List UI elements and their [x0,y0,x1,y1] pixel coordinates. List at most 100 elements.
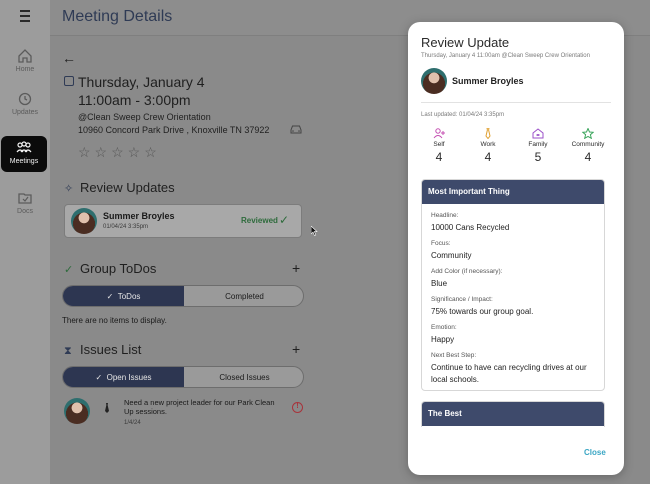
tab-todos-label: ToDos [117,292,141,301]
review-card-name: Summer Broyles [103,211,175,221]
field-value: 75% towards our group goal. [431,307,534,316]
side-rail: Home Updates Meetings Docs [0,0,50,484]
field-label: Add Color (if necessary): [431,268,503,275]
person-add-icon [419,128,459,140]
docs-icon [18,193,32,204]
issues-title: Issues List [80,342,142,357]
field-label: Headline: [431,212,459,219]
issues-toggle: ✓ Open Issues Closed Issues [62,366,304,388]
rating-stars[interactable]: ☆☆☆☆☆ [78,144,161,161]
field-value: Continue to have can recycling drives at… [431,363,587,384]
meeting-date: Thursday, January 4 [78,74,205,90]
review-card-status: Reviewed [241,216,278,225]
nav-meetings[interactable]: Meetings [1,136,47,172]
tab-open-issues-label: Open Issues [106,373,152,382]
tab-completed[interactable]: Completed [184,286,303,306]
stat-work-label: Work [480,141,496,148]
checkmark-icon: ✓ [279,213,290,227]
modal-title: Review Update [421,35,510,50]
stat-family-label: Family [528,141,548,148]
page-title: Meeting Details [62,8,173,25]
todos-toggle: ✓ ToDos Completed [62,285,304,307]
tab-closed-issues-label: Closed Issues [219,373,270,382]
tab-todos[interactable]: ✓ ToDos [63,286,184,306]
field-label: Significance / Impact: [431,296,493,303]
panel-header: The Best [422,402,604,426]
home-icon [18,49,32,63]
nav-docs-label: Docs [17,208,33,215]
group-todos-title: Group ToDos [80,261,157,276]
stat-work-value: 4 [484,150,492,164]
nav-updates-label: Updates [11,109,39,116]
issue-list-item[interactable]: Need a new project leader for our Park C… [64,398,304,432]
nav-home-label: Home [15,66,35,73]
nav-meetings-label: Meetings [9,158,39,165]
field-value: 10000 Cans Recycled [431,223,510,232]
hourglass-icon: ⧗ [64,345,72,357]
review-updates-heading: ✧ Review Updates [64,180,175,195]
modal-user-name: Summer Broyles [452,76,524,86]
meeting-time: 11:00am - 3:00pm [78,92,191,108]
the-best-panel: The Best [421,401,605,427]
stat-family-value: 5 [534,150,542,164]
close-button[interactable]: Close [584,448,606,457]
review-update-modal: Review Update Thursday, January 4 11:00a… [408,22,624,475]
add-issue-button[interactable]: + [292,341,300,357]
calendar-icon [64,76,74,86]
group-todos-heading: ✓ Group ToDos [64,261,156,276]
nav-home[interactable]: Home [0,48,50,73]
stat-community-label: Community [571,141,605,148]
field-label: Focus: [431,240,451,247]
star-icon [568,127,608,140]
car-icon[interactable] [290,124,302,137]
panel-header: Most Important Thing [422,180,604,204]
field-value: Blue [431,279,448,288]
issue-date: 1/4/24 [124,420,141,426]
most-important-panel: Most Important Thing Headline: 10000 Can… [421,179,605,391]
meeting-organization: @Clean Sweep Crew Orientation [78,112,211,122]
sparkle-icon: ✧ [64,183,74,195]
tie-icon [104,403,110,415]
avatar [71,208,97,234]
review-update-card[interactable]: Summer Broyles 01/04/24 3:35pm Reviewed … [64,204,302,238]
stat-family: Family 5 [518,128,558,164]
house-icon [518,128,558,140]
review-card-date: 01/04/24 3:35pm [103,224,149,230]
modal-subtitle: Thursday, January 4 11:00am @Clean Sweep… [421,53,590,59]
stat-self-label: Self [433,141,445,148]
meetings-icon [16,141,32,153]
panel-body: Headline: 10000 Cans Recycled Focus: Com… [422,204,604,386]
stat-self-value: 4 [435,150,443,164]
stat-community: Community 4 [568,127,608,164]
field-value: Community [431,251,472,260]
back-arrow-icon[interactable]: ← [62,50,76,66]
avatar [64,398,90,424]
meeting-address: 10960 Concord Park Drive , Knoxville TN … [78,125,270,135]
hamburger-menu-icon[interactable] [15,10,35,24]
issue-text: Need a new project leader for our Park C… [124,398,275,416]
tie-icon [468,127,508,140]
tab-completed-label: Completed [225,292,264,301]
updates-icon [18,92,32,106]
last-updated-text: Last updated: 01/04/24 3:35pm [421,112,505,118]
todos-empty-message: There are no items to display. [62,316,167,325]
stat-work: Work 4 [468,127,508,164]
alert-icon: ! [292,402,303,413]
avatar [421,68,447,94]
meeting-date-row: Thursday, January 4 [64,74,205,90]
divider [421,102,611,103]
field-label: Next Best Step: [431,352,477,359]
add-todo-button[interactable]: + [292,260,300,276]
tab-closed-issues[interactable]: Closed Issues [184,367,303,387]
tab-open-issues[interactable]: ✓ Open Issues [63,367,184,387]
nav-docs[interactable]: Docs [0,190,50,215]
nav-updates[interactable]: Updates [0,91,50,116]
mouse-cursor-icon [310,225,318,238]
review-updates-title: Review Updates [80,180,175,195]
field-label: Emotion: [431,324,457,331]
stat-community-value: 4 [584,150,592,164]
stat-self: Self 4 [419,128,459,164]
field-value: Happy [431,335,455,344]
issues-heading: ⧗ Issues List [64,342,141,358]
check-icon: ✓ [64,264,74,276]
